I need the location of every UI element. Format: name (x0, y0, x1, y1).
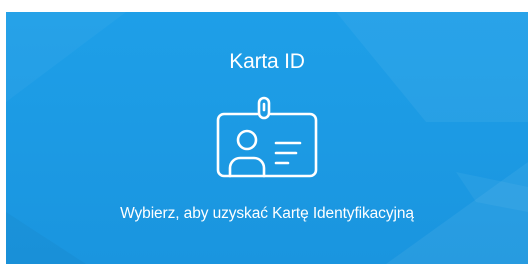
id-card-tile[interactable]: Karta ID Wybierz, aby uzyskać Kartę Iden… (6, 12, 528, 264)
id-card-icon (214, 96, 320, 182)
card-title: Karta ID (229, 50, 305, 73)
card-description: Wybierz, aby uzyskać Kartę Identyfikacyj… (120, 205, 414, 222)
